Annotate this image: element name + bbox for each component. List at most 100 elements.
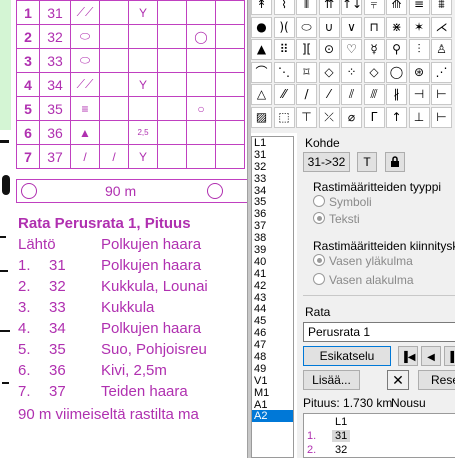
control-list-item[interactable]: 42 [252, 280, 293, 292]
control-list-item[interactable]: V1 [252, 375, 293, 387]
palette-symbol-button[interactable]: ⫶ [408, 39, 430, 60]
palette-symbol-button[interactable]: ⚲ [386, 39, 407, 60]
preview-row-code[interactable]: 31 [332, 430, 351, 442]
palette-symbol-button[interactable]: ⌒ [251, 61, 272, 83]
palette-symbol-button[interactable]: ✶ [408, 16, 430, 38]
palette-symbol-button[interactable]: ⠿ [273, 39, 295, 60]
palette-symbol-button[interactable]: ↑ [386, 106, 407, 128]
control-list-item[interactable]: 43 [252, 292, 293, 304]
control-list-item[interactable]: 49 [252, 363, 293, 375]
radio-lower-left[interactable]: Vasen alakulma [313, 273, 414, 287]
palette-symbol-button[interactable]: ⟰ [386, 0, 407, 15]
radio-upper-left[interactable]: Vasen yläkulma [313, 254, 413, 268]
control-list-item[interactable]: 45 [252, 315, 293, 327]
radio-symbol[interactable]: Symboli [313, 195, 372, 209]
palette-symbol-button[interactable]: ⋰ [431, 61, 452, 83]
palette-symbol-button[interactable]: ⩩ [431, 0, 452, 15]
course-preview-list[interactable]: L1 1. 31 2. 32 [303, 413, 455, 458]
preview-row-code[interactable]: 32 [332, 444, 350, 456]
palette-symbol-button[interactable]: / [296, 84, 317, 105]
palette-symbol-button[interactable]: ⤫ [318, 106, 340, 128]
palette-symbol-button[interactable]: ∨ [341, 16, 362, 38]
palette-symbol-button[interactable]: ⁄ [318, 84, 340, 105]
control-list-item[interactable]: 32 [252, 161, 293, 173]
palette-symbol-button[interactable]: ⊢ [431, 84, 452, 105]
palette-symbol-button[interactable]: ⊛ [408, 61, 430, 83]
palette-symbol-button[interactable]: ⬚ [273, 106, 295, 128]
palette-symbol-button[interactable]: ↑↓ [341, 0, 362, 15]
control-list-item[interactable]: 46 [252, 327, 293, 339]
delete-button[interactable]: ✕ [387, 370, 409, 390]
palette-symbol-button[interactable]: ∦ [386, 84, 407, 105]
palette-symbol-button[interactable]: ☿ [363, 39, 385, 60]
control-list-item[interactable]: 31 [252, 149, 293, 161]
palette-symbol-button[interactable]: ⫻ [363, 84, 385, 105]
preview-row-code[interactable]: L1 [332, 416, 350, 428]
palette-symbol-button[interactable]: ⊣ [408, 84, 430, 105]
palette-symbol-button[interactable]: ⊙ [318, 39, 340, 60]
control-list-item[interactable]: 34 [252, 185, 293, 197]
palette-symbol-button[interactable]: ⌀ [341, 106, 362, 128]
palette-symbol-button[interactable]: ◇ [318, 61, 340, 83]
palette-symbol-button[interactable]: ⁘ [341, 61, 362, 83]
radio-text[interactable]: Teksti [313, 212, 360, 226]
map-view[interactable]: 1 31 ⟋⟋ Y 2 32 ⬭ ◯ 3 33 ⬭ 4 34 ⟋⟋ Y 5 35 ≡ ○ 6 36 ▲ 2,5 7 37// Y … [0, 0, 248, 458]
palette-symbol-button[interactable]: ⇈ [318, 0, 340, 15]
control-list-item[interactable]: 47 [252, 339, 293, 351]
control-list-item[interactable]: 33 [252, 173, 293, 185]
control-list-item[interactable]: 44 [252, 303, 293, 316]
other-symbol [186, 120, 216, 145]
palette-symbol-button[interactable]: ⋇ [386, 16, 407, 38]
preview-button[interactable]: Esikatselu [303, 346, 391, 366]
reset-button[interactable]: Reset [418, 370, 455, 390]
control-list[interactable]: L1 31 32 33 34 35 36 37 38 39 40 41 42 43 44 45 46 47 48 49… [251, 136, 294, 458]
control-list-item[interactable]: 37 [252, 220, 293, 232]
palette-symbol-button[interactable]: ][ [296, 39, 317, 60]
control-list-item[interactable]: A2 [252, 410, 293, 422]
palette-symbol-button[interactable]: )( [273, 16, 295, 38]
control-list-item[interactable]: 40 [252, 256, 293, 268]
palette-symbol-button[interactable]: ⫧ [363, 0, 385, 15]
control-list-item[interactable]: L1 [252, 137, 293, 149]
palette-symbol-button[interactable]: ⊢ [431, 106, 452, 128]
palette-symbol-button[interactable]: ⊥ [408, 106, 430, 128]
palette-symbol-button[interactable]: ⋌ [431, 16, 452, 38]
control-list-item[interactable]: 39 [252, 244, 293, 256]
palette-symbol-button[interactable]: ⫽ [341, 84, 362, 105]
control-list-item[interactable]: M1 [252, 387, 293, 399]
control-list-item[interactable]: 48 [252, 351, 293, 363]
palette-symbol-button[interactable]: ♡ [341, 39, 362, 60]
palette-symbol-button[interactable]: ◇ [363, 61, 385, 83]
control-list-item[interactable]: 36 [252, 208, 293, 220]
add-button[interactable]: Lisää... [303, 370, 360, 390]
lock-button[interactable] [385, 152, 405, 172]
kohde-button[interactable]: 31->32 [303, 152, 350, 172]
next-button[interactable]: ▌ [444, 346, 455, 366]
palette-symbol-button[interactable]: ⫴ [296, 0, 317, 15]
palette-symbol-button[interactable]: ◯ [386, 61, 407, 83]
control-list-item[interactable]: 41 [252, 268, 293, 280]
palette-symbol-button[interactable]: ⌑ [296, 61, 317, 83]
control-list-item[interactable]: 38 [252, 232, 293, 244]
course-select[interactable]: Perusrata 1 ⌄ [303, 322, 455, 342]
first-button[interactable]: ▐◀ [398, 346, 418, 366]
prev-button[interactable]: ◀ [421, 346, 441, 366]
palette-symbol-button[interactable]: ⋱ [273, 61, 295, 83]
control-list-item[interactable]: A1 [252, 399, 293, 411]
palette-symbol-button[interactable]: ▲ [251, 39, 272, 60]
palette-symbol-button[interactable]: △ [251, 84, 272, 105]
palette-symbol-button[interactable]: ⁄⁄ [273, 84, 295, 105]
palette-symbol-button[interactable]: ⬭ [296, 16, 317, 38]
palette-symbol-button[interactable]: ● [251, 16, 272, 38]
palette-symbol-button[interactable]: ↟ [251, 0, 272, 15]
palette-symbol-button[interactable]: Γ [363, 106, 385, 128]
palette-symbol-button[interactable]: ∪ [318, 16, 340, 38]
palette-symbol-button[interactable]: ⌇ [273, 0, 295, 15]
palette-symbol-button[interactable]: ⊤ [296, 106, 317, 128]
palette-symbol-button[interactable]: ⊓ [363, 16, 385, 38]
text-mode-button[interactable]: T [357, 152, 377, 172]
control-list-item[interactable]: 35 [252, 196, 293, 209]
palette-symbol-button[interactable]: ≡ [408, 0, 430, 15]
palette-symbol-button[interactable]: ▨ [251, 106, 272, 128]
palette-symbol-button[interactable]: ♙ [431, 39, 452, 60]
